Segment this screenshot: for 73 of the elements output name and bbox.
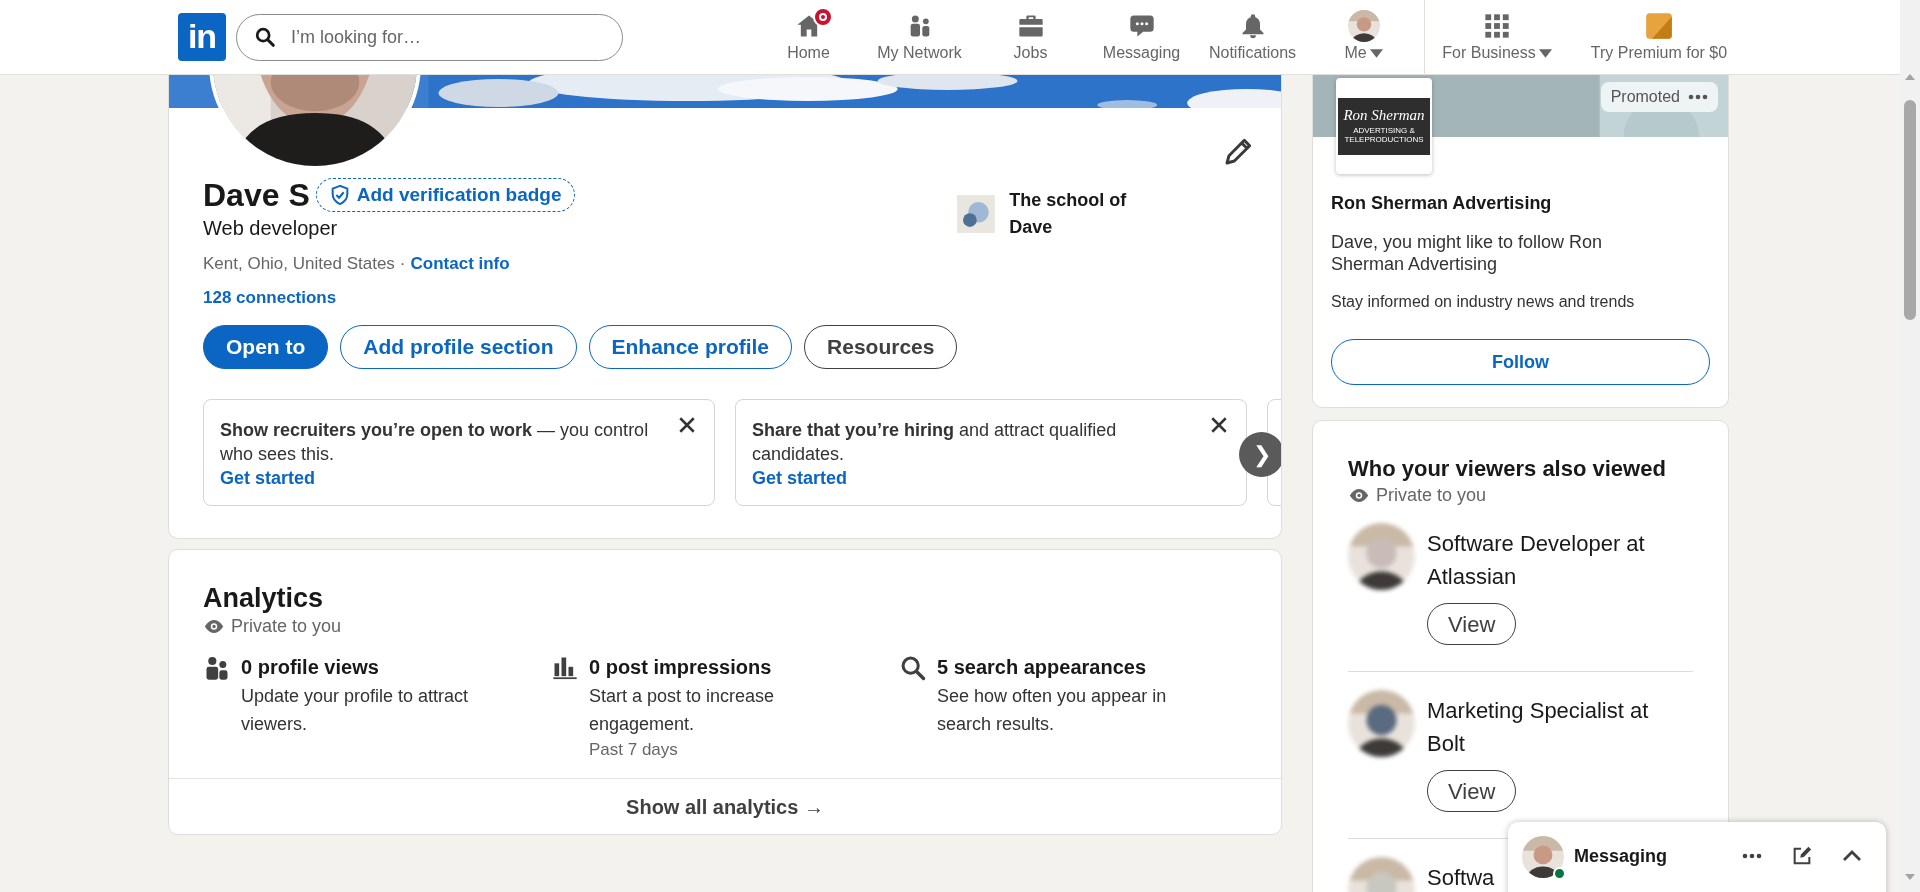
metric-title[interactable]: 0 profile views <box>241 654 379 680</box>
nav-item[interactable]: Jobs <box>975 0 1086 74</box>
nav-item[interactable]: Me <box>1308 0 1419 74</box>
prompt-text: Share that you’re hiring and attract qualified candidates. <box>752 419 1118 466</box>
profile-name: Dave S <box>203 176 310 214</box>
ad-message: Dave, you might like to follow Ron Sherman Advertising <box>1331 231 1604 275</box>
more-icon <box>1742 853 1762 859</box>
messaging-label: Messaging <box>1574 845 1669 868</box>
get-started-link[interactable]: Get started <box>220 466 316 490</box>
get-started-link[interactable]: Get started <box>752 466 848 490</box>
ad-tagline: Stay informed on industry news and trends <box>1331 292 1636 312</box>
messaging-bar[interactable]: Messaging <box>1508 822 1886 892</box>
nav-label: Home <box>787 43 830 63</box>
show-all-button[interactable]: Show all analytics → <box>169 778 1281 834</box>
logo[interactable]: in <box>178 13 226 61</box>
search-field[interactable]: I’m looking for… <box>236 13 623 61</box>
privacy-label: Private to you <box>1376 484 1487 507</box>
metric-description: See how often you appear in search results. <box>937 685 1168 736</box>
metric-title[interactable]: 5 search appearances <box>937 654 1147 680</box>
close-icon <box>678 416 696 434</box>
school-logo-icon <box>957 192 996 236</box>
viewer-title: Softwa <box>1427 864 1495 892</box>
search-icon <box>254 25 276 48</box>
logo-text: ADVERTISING & <box>1353 126 1415 135</box>
nav-label: Notifications <box>1208 43 1297 63</box>
company-name: Ron Sherman Advertising <box>1331 192 1553 215</box>
profile-action-button[interactable]: Open to <box>203 325 329 369</box>
logo-text: TELEPRODUCTIONS <box>1344 135 1424 144</box>
metric-description: Start a post to increase engagement. <box>589 685 776 736</box>
promoted-label: Promoted <box>1610 87 1680 107</box>
profile-action-button[interactable]: Resources <box>804 325 958 369</box>
viewer-title: Software Developer at Atlassian <box>1427 530 1646 591</box>
privacy-label: Private to you <box>231 615 342 638</box>
eye-icon <box>1348 487 1370 503</box>
nav-label: For Business <box>1442 43 1536 63</box>
location: Kent, Ohio, United States <box>203 253 395 275</box>
close-button[interactable] <box>678 416 696 434</box>
grid-icon <box>1483 12 1511 40</box>
logo-text: Ron Sherman <box>1343 108 1425 123</box>
search-icon <box>899 654 927 682</box>
nav-item[interactable]: For Business <box>1429 0 1565 74</box>
section-title: Analytics <box>203 582 325 614</box>
viewer-title: Marketing Specialist at Bolt <box>1427 697 1650 758</box>
contact-info-link[interactable]: Contact info <box>410 253 510 275</box>
more-icon <box>1688 94 1708 100</box>
connections-link[interactable]: 128 connections <box>203 287 958 309</box>
nav-label: Jobs <box>1013 43 1048 63</box>
close-button[interactable] <box>1210 416 1228 434</box>
school-name: The school of Dave <box>1009 189 1128 239</box>
nav-item[interactable]: My Network <box>864 0 975 74</box>
nav-label: My Network <box>877 43 962 63</box>
eye-icon <box>203 618 225 634</box>
nav-label: Me <box>1344 43 1367 63</box>
separator-dot: · <box>399 253 406 275</box>
prompt-text: Show recruiters you’re open to work — you control who sees this. <box>220 419 650 466</box>
compose-icon <box>1791 845 1813 867</box>
more-button[interactable] <box>1688 94 1708 100</box>
nav-label: Messaging <box>1102 43 1181 63</box>
metric-description: Update your profile to attract viewers. <box>241 685 470 736</box>
metric-title[interactable]: 0 post impressions <box>589 654 772 680</box>
nav-label: Try Premium for $0 <box>1590 43 1728 63</box>
nav-item[interactable]: Notifications <box>1197 0 1308 74</box>
nav-item[interactable]: Home <box>753 0 864 74</box>
profile-action-button[interactable]: Add profile section <box>340 325 577 369</box>
premium-icon <box>1645 12 1673 40</box>
nav-item[interactable]: Try Premium for $0 <box>1575 0 1743 74</box>
next-button[interactable]: ❯ <box>1239 432 1281 477</box>
profile-action-button[interactable]: Enhance profile <box>588 325 793 369</box>
close-icon <box>1210 416 1228 434</box>
section-title: Who your viewers also viewed <box>1348 455 1667 483</box>
metric-note: Past 7 days <box>589 739 679 761</box>
headline: Web developer <box>203 216 339 241</box>
nav-item[interactable]: Messaging <box>1086 0 1197 74</box>
